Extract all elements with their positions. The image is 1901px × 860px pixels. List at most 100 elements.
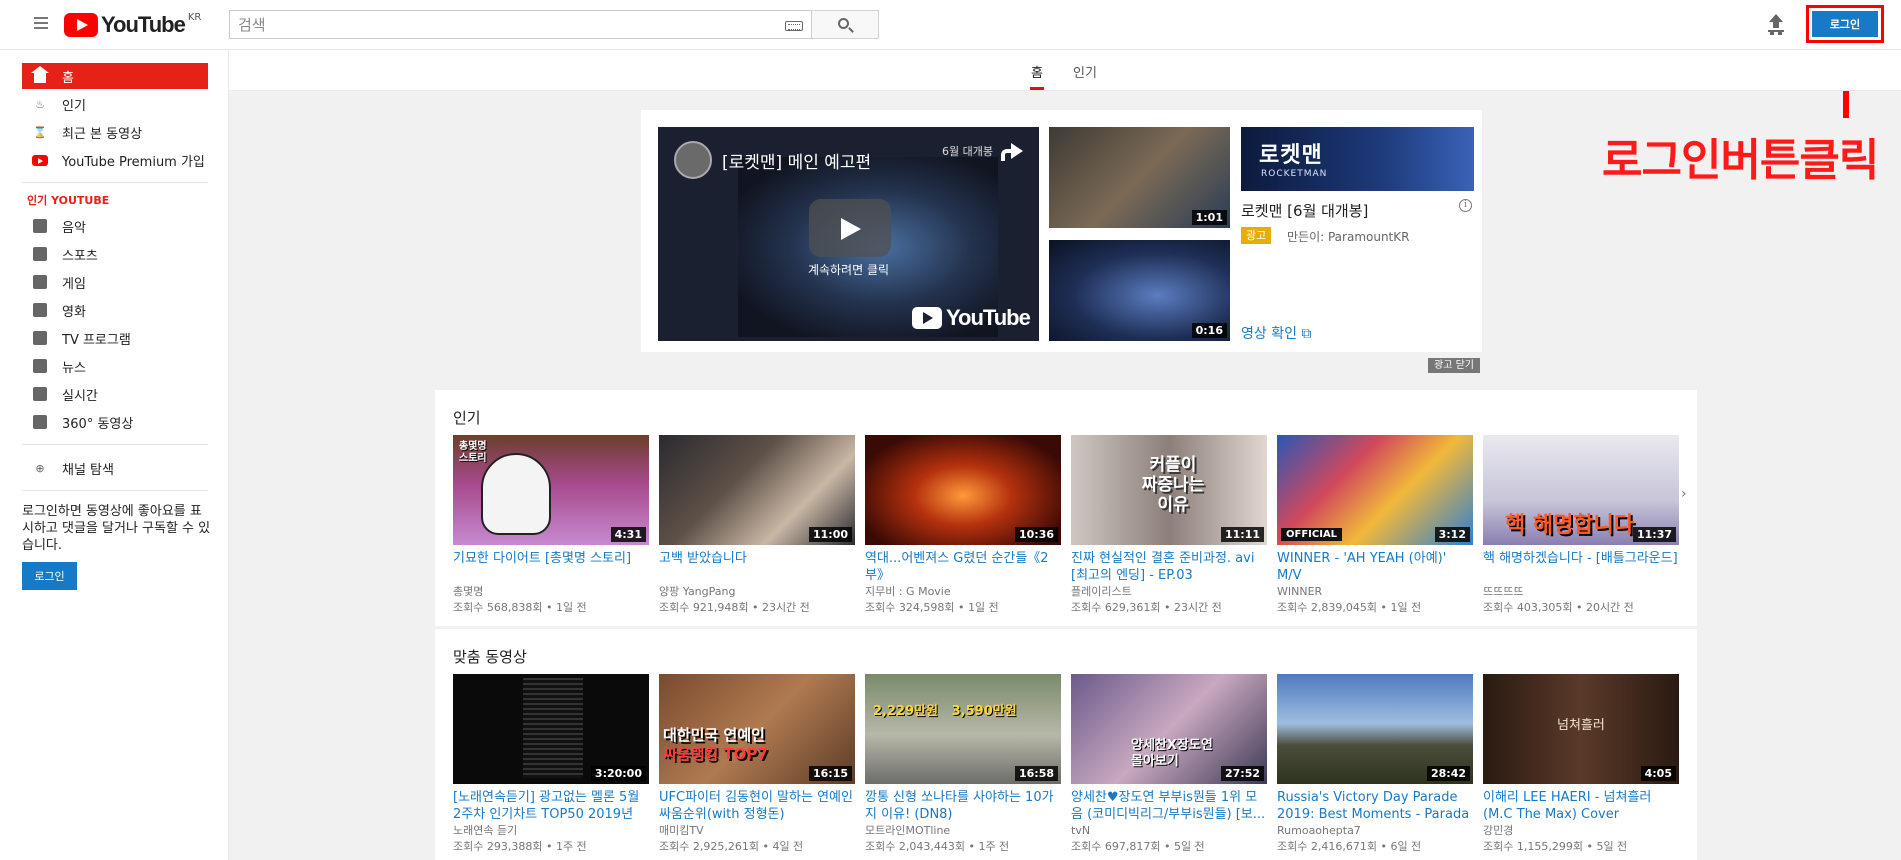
video-card[interactable]: 넘쳐흘러 4:05 이해리 LEE HAERI - 넘쳐흘러(M.C The M… bbox=[1483, 674, 1679, 855]
youtube-logo[interactable]: YouTube KR bbox=[64, 12, 201, 38]
video-thumbnail[interactable]: 10:36 bbox=[865, 435, 1061, 545]
video-channel[interactable]: 노래연속 듣기 bbox=[453, 823, 649, 839]
video-card[interactable]: 2,229만원 3,590만원 16:58 깡통 신형 쏘나타를 사야하는 10… bbox=[865, 674, 1061, 855]
video-thumbnail[interactable]: 11:00 bbox=[659, 435, 855, 545]
sidebar-item-browse-channels[interactable]: ⊕ 채널 탐색 bbox=[22, 455, 208, 481]
sidebar-item-tv[interactable]: TV 프로그램 bbox=[22, 325, 208, 351]
video-channel[interactable]: 매미킴TV bbox=[659, 823, 855, 839]
video-channel[interactable]: 플레이리스트 bbox=[1071, 584, 1267, 600]
keyboard-icon[interactable] bbox=[785, 21, 803, 31]
tab-home[interactable]: 홈 bbox=[1031, 62, 1043, 81]
video-thumbnail[interactable]: 넘쳐흘러 4:05 bbox=[1483, 674, 1679, 784]
video-thumbnail[interactable]: 커플이 짜증나는 이유 11:11 bbox=[1071, 435, 1267, 545]
video-card[interactable]: 커플이 짜증나는 이유 11:11 진짜 현실적인 결혼 준비과정. avi [최고… bbox=[1071, 435, 1267, 616]
video-title[interactable]: 고백 받았습니다 bbox=[659, 550, 855, 584]
video-thumbnail[interactable]: 대한민국 연예인 싸움랭킹 TOP7 16:15 bbox=[659, 674, 855, 784]
ad-title[interactable]: 로켓맨 [6월 대개봉] bbox=[1241, 200, 1368, 221]
sidebar-item-label: 음악 bbox=[62, 220, 86, 236]
search-placeholder: 검색 bbox=[238, 16, 266, 34]
video-thumbnail[interactable]: 2,229만원 3,590만원 16:58 bbox=[865, 674, 1061, 784]
sidebar-item-label: 영화 bbox=[62, 304, 86, 320]
video-channel[interactable]: 강민경 bbox=[1483, 823, 1679, 839]
video-card[interactable]: 10:36 역대...어벤져스 G렸던 순간들《2부》 지무비 : G Movi… bbox=[865, 435, 1061, 616]
sidebar-item-premium[interactable]: YouTube Premium 가입 bbox=[22, 147, 208, 173]
info-icon[interactable]: i bbox=[1459, 199, 1472, 212]
ad-banner-image[interactable]: 로켓맨 ROCKETMAN bbox=[1241, 127, 1474, 191]
ad-player-corner-text: 6월 대개봉 bbox=[942, 145, 993, 158]
video-card[interactable]: 양세찬X장도연 몰아보기 27:52 양세찬♥장도연 부부is뭔들 1위 모음 (… bbox=[1071, 674, 1267, 855]
video-card[interactable]: 28:42 Russia's Victory Day Parade 2019: … bbox=[1277, 674, 1473, 855]
video-thumbnail[interactable]: 3:20:00 bbox=[453, 674, 649, 784]
duration-badge: 0:16 bbox=[1191, 323, 1227, 338]
video-card[interactable]: 총몇명 스토리 4:31 기묘한 다이어트 [총몇명 스토리] 총몇명 조회수 5… bbox=[453, 435, 649, 616]
video-channel[interactable]: 뜨뜨뜨뜨 bbox=[1483, 584, 1679, 600]
sidebar-item-news[interactable]: 뉴스 bbox=[22, 353, 208, 379]
video-title[interactable]: 역대...어벤져스 G렸던 순간들《2부》 bbox=[865, 550, 1061, 584]
video-title[interactable]: 양세찬♥장도연 부부is뭔들 1위 모음 (코미디빅리그/부부is뭔들) [보.… bbox=[1071, 789, 1267, 823]
video-title[interactable]: 깡통 신형 쏘나타를 사야하는 10가지 이유! (DN8) bbox=[865, 789, 1061, 823]
sidebar-item-home[interactable]: 홈 bbox=[22, 63, 208, 89]
sidebar-item-movies[interactable]: 영화 bbox=[22, 297, 208, 323]
search-button[interactable] bbox=[812, 10, 879, 39]
video-title[interactable]: 핵 해명하겠습니다 - [배틀그라운드] bbox=[1483, 550, 1679, 584]
ad-player-title[interactable]: [로켓맨] 메인 예고편 bbox=[722, 148, 871, 173]
video-card[interactable]: 대한민국 연예인 싸움랭킹 TOP7 16:15 UFC파이터 김동현이 말하는 … bbox=[659, 674, 855, 855]
video-channel[interactable]: 지무비 : G Movie bbox=[865, 584, 1061, 600]
sidebar-item-trending[interactable]: ♨ 인기 bbox=[22, 91, 208, 117]
sidebar-item-label: YouTube Premium 가입 bbox=[62, 154, 205, 170]
shelf-next-chevron-icon[interactable]: › bbox=[1681, 486, 1687, 502]
shelf-title[interactable]: 맞춤 동영상 bbox=[453, 646, 527, 667]
video-card[interactable]: 11:00 고백 받았습니다 양팡 YangPang 조회수 921,948회 … bbox=[659, 435, 855, 616]
sidebar-item-sports[interactable]: 스포츠 bbox=[22, 241, 208, 267]
login-button[interactable]: 로그인 bbox=[1812, 11, 1878, 37]
video-thumbnail[interactable]: 총몇명 스토리 4:31 bbox=[453, 435, 649, 545]
video-thumbnail[interactable]: 28:42 bbox=[1277, 674, 1473, 784]
sidebar-login-button[interactable]: 로그인 bbox=[22, 562, 77, 590]
sidebar-item-live[interactable]: 실시간 bbox=[22, 381, 208, 407]
video-title[interactable]: [노래연속듣기] 광고없는 멜론 5월 2주차 인기차트 TOP50 2019년… bbox=[453, 789, 649, 823]
external-link-icon: ⧉ bbox=[1301, 326, 1312, 342]
video-title[interactable]: 진짜 현실적인 결혼 준비과정. avi [최고의 엔딩] - EP.03 bbox=[1071, 550, 1267, 584]
ad-watch-link[interactable]: 영상 확인 ⧉ bbox=[1241, 323, 1311, 343]
video-channel[interactable]: 총몇명 bbox=[453, 584, 649, 600]
video-thumbnail[interactable]: OFFICIAL 3:12 bbox=[1277, 435, 1473, 545]
video-card[interactable]: OFFICIAL 3:12 WINNER - 'AH YEAH (아예)' M/… bbox=[1277, 435, 1473, 616]
play-button-icon[interactable] bbox=[809, 199, 891, 257]
news-icon bbox=[32, 358, 48, 374]
sidebar-item-music[interactable]: 음악 bbox=[22, 213, 208, 239]
video-thumbnail[interactable]: 핵 해명합니다 11:37 bbox=[1483, 435, 1679, 545]
shelf-title[interactable]: 인기 bbox=[453, 407, 481, 428]
sidebar-item-gaming[interactable]: 게임 bbox=[22, 269, 208, 295]
video-thumbnail[interactable]: 양세찬X장도연 몰아보기 27:52 bbox=[1071, 674, 1267, 784]
video-title[interactable]: UFC파이터 김동현이 말하는 연예인 싸움순위(with 정형돈) bbox=[659, 789, 855, 823]
duration-badge: 3:20:00 bbox=[590, 766, 646, 781]
ad-thumbnail-2[interactable]: 0:16 bbox=[1049, 240, 1230, 341]
search-input[interactable]: 검색 bbox=[229, 10, 812, 39]
ad-video-player[interactable]: [로켓맨] 메인 예고편 6월 대개봉 계속하려면 클릭 YouTube bbox=[658, 127, 1039, 341]
upload-icon[interactable] bbox=[1766, 14, 1786, 34]
video-channel[interactable]: Rumoaohepta7 bbox=[1277, 823, 1473, 839]
video-channel[interactable]: WINNER bbox=[1277, 584, 1473, 600]
channel-avatar[interactable] bbox=[674, 141, 712, 179]
share-icon[interactable] bbox=[1001, 143, 1023, 161]
video-title[interactable]: 이해리 LEE HAERI - 넘쳐흘러(M.C The Max) Cover bbox=[1483, 789, 1679, 823]
video-title[interactable]: 기묘한 다이어트 [총몇명 스토리] bbox=[453, 550, 649, 584]
video-title[interactable]: Russia's Victory Day Parade 2019: Best M… bbox=[1277, 789, 1473, 823]
close-ad-button[interactable]: 광고 닫기 bbox=[1428, 358, 1480, 373]
sidebar-item-label: TV 프로그램 bbox=[62, 332, 131, 348]
tab-trending[interactable]: 인기 bbox=[1073, 62, 1097, 81]
video-title[interactable]: WINNER - 'AH YEAH (아예)' M/V bbox=[1277, 550, 1473, 584]
video-channel[interactable]: 양팡 YangPang bbox=[659, 584, 855, 600]
guide-menu-icon[interactable] bbox=[30, 14, 52, 36]
video-card[interactable]: 3:20:00 [노래연속듣기] 광고없는 멜론 5월 2주차 인기차트 TOP… bbox=[453, 674, 649, 855]
video-channel[interactable]: 모트라인MOTline bbox=[865, 823, 1061, 839]
video-meta: 조회수 403,305회 • 20시간 전 bbox=[1483, 601, 1634, 614]
youtube-watermark: YouTube bbox=[912, 305, 1031, 331]
video-meta: 조회수 629,361회 • 23시간 전 bbox=[1071, 601, 1222, 614]
video-channel[interactable]: tvN bbox=[1071, 823, 1267, 839]
ad-thumbnail-1[interactable]: 1:01 bbox=[1049, 127, 1230, 228]
video-card[interactable]: 핵 해명합니다 11:37 핵 해명하겠습니다 - [배틀그라운드] 뜨뜨뜨뜨 … bbox=[1483, 435, 1679, 616]
sidebar-item-360[interactable]: 360° 동영상 bbox=[22, 409, 208, 435]
sidebar-item-label: 인기 bbox=[62, 98, 86, 114]
sidebar-item-history[interactable]: ⌛ 최근 본 동영상 bbox=[22, 119, 208, 145]
